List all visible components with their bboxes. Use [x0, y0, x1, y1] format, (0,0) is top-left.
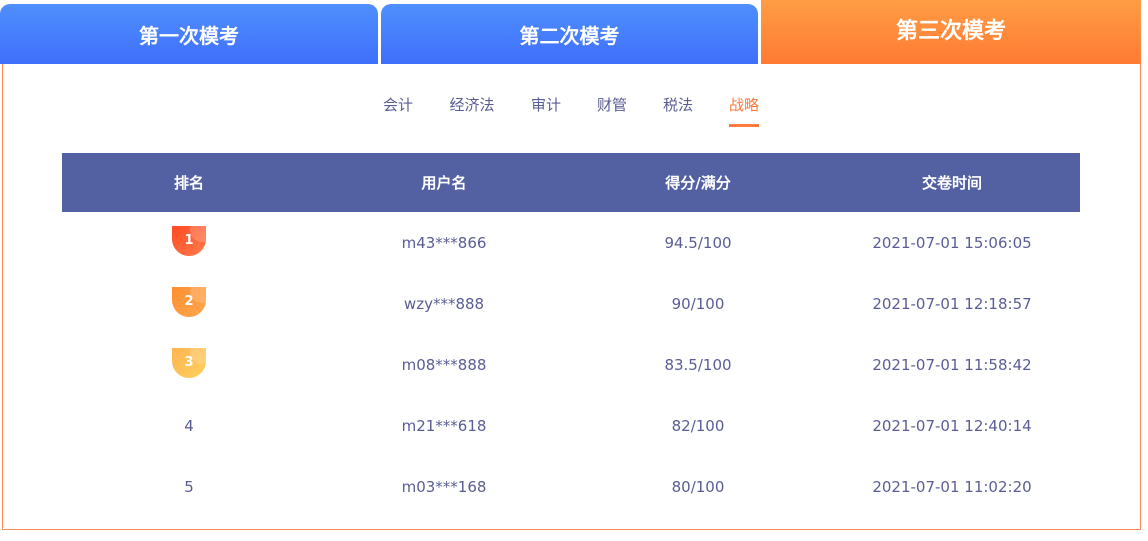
subject-tab-economic-law[interactable]: 经济法 — [449, 94, 494, 115]
submit-time: 2021-07-01 12:18:57 — [872, 294, 1032, 313]
header-rank: 排名 — [62, 153, 316, 212]
rank: 5 — [184, 477, 194, 496]
submit-time: 2021-07-01 12:40:14 — [872, 416, 1032, 435]
table-row: 4 m21***618 82/100 2021-07-01 12:40:14 — [62, 395, 1080, 456]
subject-tab-financial-management[interactable]: 财管 — [597, 94, 627, 115]
table-row: 2 wzy***888 90/100 2021-07-01 12:18:57 — [62, 273, 1080, 334]
submit-time: 2021-07-01 11:58:42 — [872, 355, 1032, 374]
subject-tab-strategy[interactable]: 战略 — [728, 94, 760, 127]
tab-third-mock-exam[interactable]: 第三次模考 — [761, 0, 1141, 64]
username: m08***888 — [401, 355, 487, 374]
tab-second-mock-exam[interactable]: 第二次模考 — [381, 4, 758, 64]
score: 83.5/100 — [664, 355, 732, 374]
score: 80/100 — [671, 477, 725, 496]
subject-tabs: 会计 经济法 审计 财管 税法 战略 — [0, 94, 1148, 134]
header-submit-time: 交卷时间 — [824, 153, 1080, 212]
ranking-table: 排名 用户名 得分/满分 交卷时间 1 m43***866 94.5/100 2… — [62, 153, 1080, 517]
header-score: 得分/满分 — [572, 153, 824, 212]
table-row: 1 m43***866 94.5/100 2021-07-01 15:06:05 — [62, 212, 1080, 273]
subject-tab-tax-law[interactable]: 税法 — [663, 94, 693, 115]
subject-tab-accounting[interactable]: 会计 — [383, 94, 413, 115]
submit-time: 2021-07-01 15:06:05 — [872, 233, 1032, 252]
submit-time: 2021-07-01 11:02:20 — [872, 477, 1032, 496]
username: m43***866 — [401, 233, 487, 252]
rank-medal-icon: 3 — [172, 347, 206, 378]
score: 94.5/100 — [664, 233, 732, 252]
tab-first-mock-exam[interactable]: 第一次模考 — [0, 4, 378, 64]
rank-medal-icon: 2 — [172, 286, 206, 317]
score: 90/100 — [671, 294, 725, 313]
table-header: 排名 用户名 得分/满分 交卷时间 — [62, 153, 1080, 212]
rank: 4 — [184, 416, 194, 435]
table-row: 3 m08***888 83.5/100 2021-07-01 11:58:42 — [62, 334, 1080, 395]
rank-medal-icon: 1 — [172, 225, 206, 256]
username: m21***618 — [401, 416, 487, 435]
subject-tab-audit[interactable]: 审计 — [531, 94, 561, 115]
username: m03***168 — [401, 477, 487, 496]
header-username: 用户名 — [316, 153, 572, 212]
username: wzy***888 — [403, 294, 485, 313]
table-row: 5 m03***168 80/100 2021-07-01 11:02:20 — [62, 456, 1080, 517]
score: 82/100 — [671, 416, 725, 435]
